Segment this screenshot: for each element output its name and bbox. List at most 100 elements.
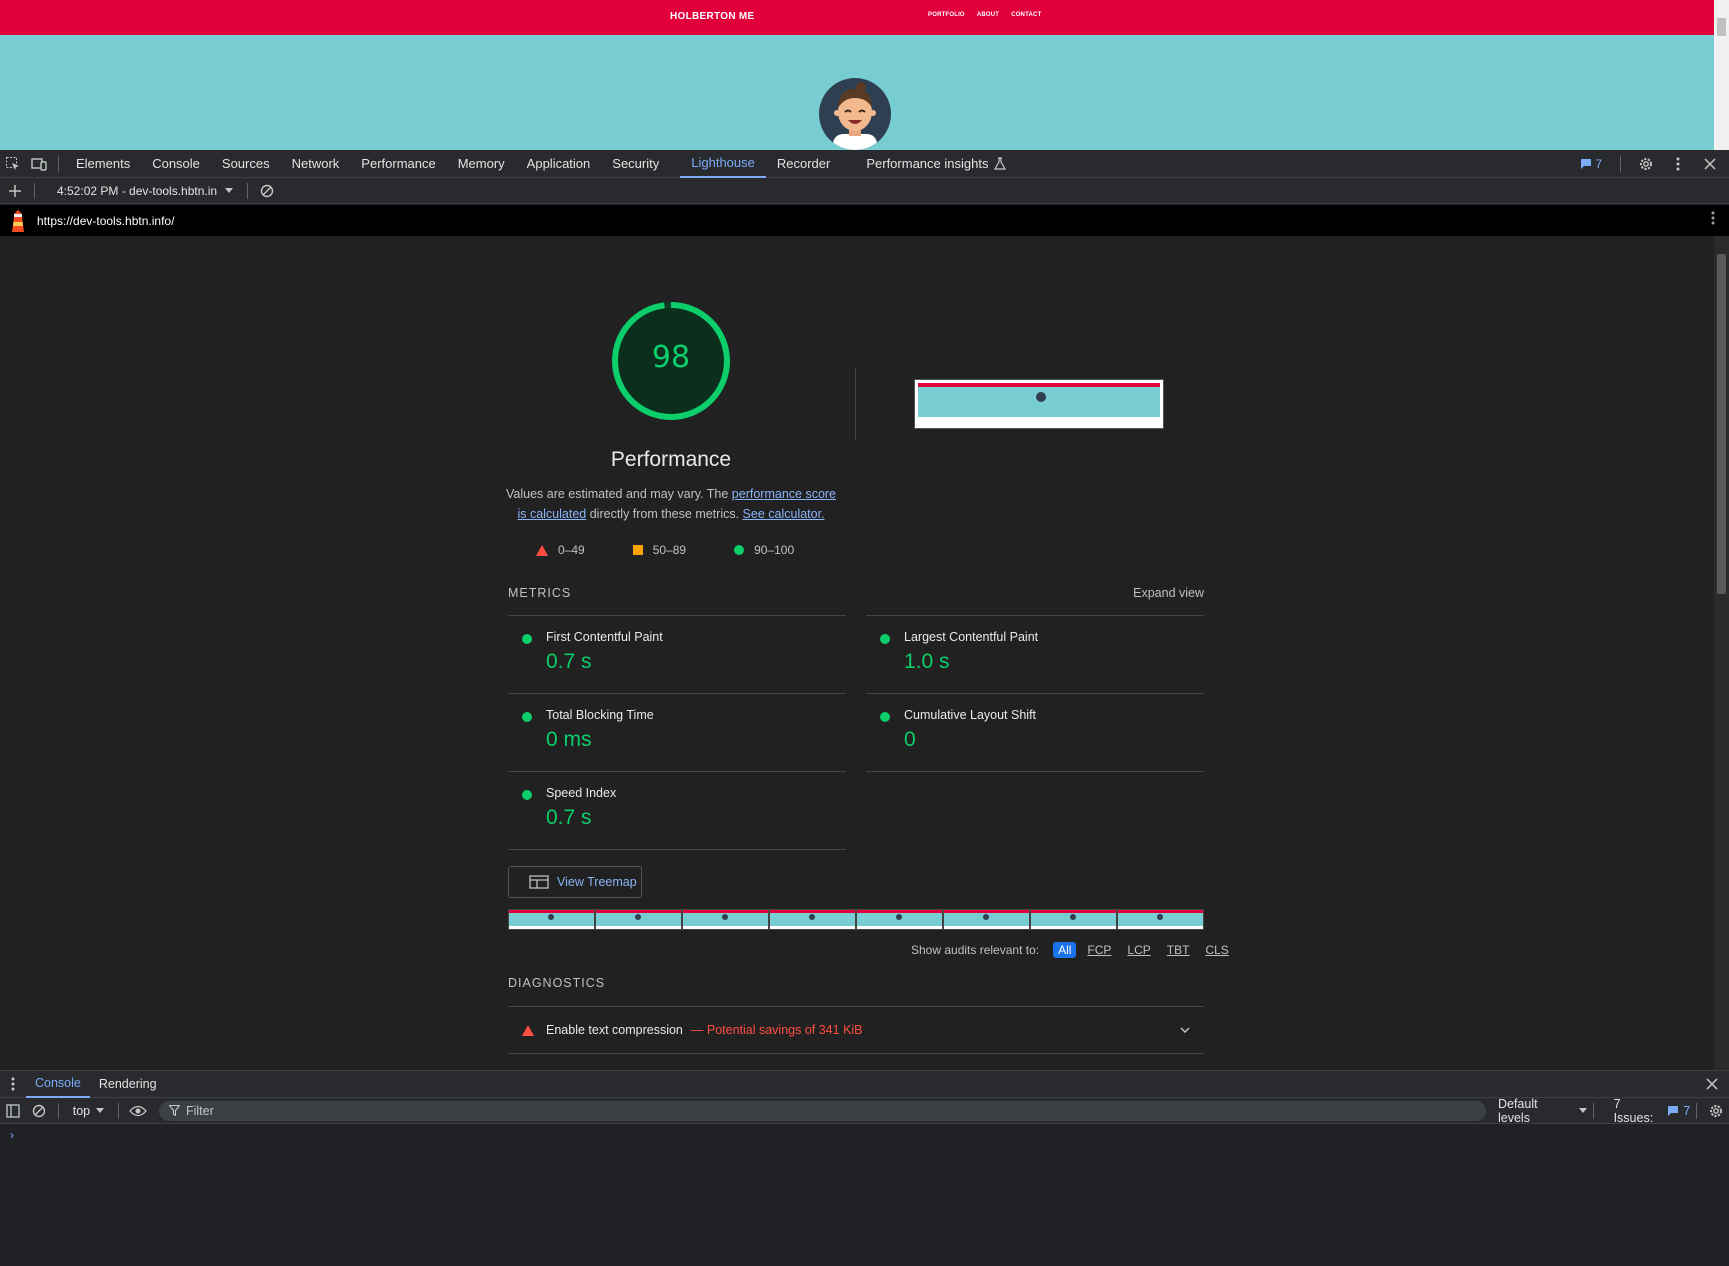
console-settings-gear-icon[interactable] bbox=[1703, 1098, 1729, 1124]
metric-name: Cumulative Layout Shift bbox=[904, 708, 1037, 722]
filter-cls[interactable]: CLS bbox=[1200, 942, 1233, 958]
filter-all[interactable]: All bbox=[1053, 942, 1077, 958]
filmstrip-frame bbox=[1030, 909, 1117, 930]
filmstrip-frame bbox=[682, 909, 769, 930]
expand-view-toggle[interactable]: Expand view bbox=[1133, 586, 1204, 600]
clear-icon[interactable] bbox=[254, 178, 280, 204]
caret-down-icon bbox=[1578, 1107, 1587, 1113]
site-brand[interactable]: HOLBERTON ME bbox=[670, 11, 755, 22]
tab-performance-insights-label: Performance insights bbox=[866, 156, 989, 171]
tab-lighthouse[interactable]: Lighthouse bbox=[680, 150, 766, 178]
console-filter-input[interactable]: Filter bbox=[158, 1100, 1486, 1121]
filter-lcp[interactable]: LCP bbox=[1122, 942, 1155, 958]
legend-average-label: 50–89 bbox=[652, 543, 687, 557]
more-vertical-icon[interactable] bbox=[1665, 151, 1691, 177]
drawer-tab-rendering[interactable]: Rendering bbox=[90, 1071, 166, 1098]
filmstrip bbox=[508, 909, 1204, 930]
context-label: top bbox=[72, 1103, 91, 1118]
filter-tbt[interactable]: TBT bbox=[1162, 942, 1195, 958]
inspect-element-icon[interactable] bbox=[0, 151, 26, 177]
tab-network[interactable]: Network bbox=[281, 150, 351, 178]
category-title: Performance bbox=[610, 448, 732, 471]
eye-icon[interactable] bbox=[125, 1098, 151, 1124]
tab-sources[interactable]: Sources bbox=[211, 150, 281, 178]
report-select[interactable]: 4:52:02 PM - dev-tools.hbtn.in bbox=[41, 184, 241, 198]
report-url[interactable]: https://dev-tools.hbtn.info/ bbox=[37, 214, 174, 228]
sidebar-toggle-icon[interactable] bbox=[0, 1098, 26, 1124]
pass-dot-icon bbox=[522, 790, 532, 800]
report-menu-icon[interactable] bbox=[1711, 211, 1715, 230]
pass-dot-icon bbox=[522, 712, 532, 722]
nav-link-contact[interactable]: CONTACT bbox=[1011, 12, 1041, 18]
metric-si: Speed Index 0.7 s bbox=[508, 771, 846, 849]
message-icon bbox=[1668, 1105, 1679, 1116]
legend-fail-label: 0–49 bbox=[558, 543, 585, 557]
console-issues-label: 7 Issues: bbox=[1613, 1096, 1654, 1125]
filter-icon bbox=[168, 1105, 180, 1116]
metric-value: 0 ms bbox=[546, 728, 592, 751]
filmstrip-frame bbox=[856, 909, 943, 930]
issues-count: 7 bbox=[1595, 156, 1602, 171]
metric-name: Total Blocking Time bbox=[546, 708, 654, 722]
plus-icon[interactable] bbox=[2, 178, 28, 204]
log-levels-select[interactable]: Default levels bbox=[1498, 1097, 1587, 1125]
caret-down-icon bbox=[225, 187, 234, 193]
nav-link-portfolio[interactable]: PORTFOLIO bbox=[928, 12, 965, 18]
close-icon[interactable] bbox=[1697, 151, 1723, 177]
console-toolbar: top Filter Default levels 7 Issues: 7 bbox=[0, 1097, 1729, 1125]
metric-tbt: Total Blocking Time 0 ms bbox=[508, 693, 846, 771]
console-issues-count: 7 bbox=[1683, 1103, 1691, 1118]
drawer-menu-icon[interactable] bbox=[0, 1071, 26, 1097]
gear-icon[interactable] bbox=[1633, 151, 1659, 177]
drawer-tab-console[interactable]: Console bbox=[26, 1071, 90, 1098]
nav-link-about[interactable]: ABOUT bbox=[977, 12, 999, 18]
tab-security[interactable]: Security bbox=[601, 150, 670, 178]
tab-memory[interactable]: Memory bbox=[447, 150, 516, 178]
console-issues-button[interactable]: 7 Issues: 7 bbox=[1614, 1097, 1691, 1125]
category-description: Values are estimated and may vary. The p… bbox=[505, 484, 837, 524]
tab-console[interactable]: Console bbox=[141, 150, 211, 178]
tab-application[interactable]: Application bbox=[516, 150, 602, 178]
flask-icon bbox=[994, 156, 1007, 170]
metric-name: First Contentful Paint bbox=[546, 630, 663, 644]
audit-savings: — Potential savings of 341 KiB bbox=[690, 1023, 863, 1037]
issues-badge[interactable]: 7 bbox=[1574, 157, 1608, 171]
devtools-tabbar: Elements Console Sources Network Perform… bbox=[0, 150, 1729, 178]
metric-name: Speed Index bbox=[546, 786, 617, 800]
console-output[interactable]: › bbox=[0, 1124, 1729, 1266]
pass-dot-icon bbox=[880, 712, 890, 722]
triangle-icon bbox=[536, 544, 548, 556]
view-treemap-label: View Treemap bbox=[557, 875, 637, 889]
console-prompt-icon: › bbox=[10, 1128, 14, 1142]
audit-text-compression[interactable]: Enable text compression — Potential savi… bbox=[508, 1006, 1204, 1054]
tab-performance[interactable]: Performance bbox=[350, 150, 446, 178]
view-treemap-button[interactable]: View Treemap bbox=[508, 866, 642, 898]
legend-pass-label: 90–100 bbox=[754, 543, 795, 557]
filmstrip-frame bbox=[508, 909, 595, 930]
see-calculator-link[interactable]: See calculator. bbox=[743, 507, 825, 521]
metrics-label: METRICS bbox=[508, 586, 572, 600]
tab-elements[interactable]: Elements bbox=[65, 150, 141, 178]
message-icon bbox=[1581, 158, 1592, 169]
page-scrollbar[interactable] bbox=[1714, 0, 1729, 150]
metric-value: 1.0 s bbox=[904, 650, 950, 673]
circle-icon bbox=[734, 545, 745, 555]
drawer-tabbar: Console Rendering bbox=[0, 1070, 1729, 1098]
metric-cls: Cumulative Layout Shift 0 bbox=[866, 693, 1204, 771]
filter-fcp[interactable]: FCP bbox=[1082, 942, 1116, 958]
chevron-down-icon[interactable] bbox=[1180, 1027, 1190, 1033]
device-toolbar-icon[interactable] bbox=[26, 151, 52, 177]
close-drawer-icon[interactable] bbox=[1699, 1071, 1725, 1097]
report-scrollbar[interactable] bbox=[1714, 236, 1729, 1070]
treemap-icon bbox=[529, 875, 549, 889]
legend-average: 50–89 bbox=[632, 543, 687, 557]
metric-value: 0.7 s bbox=[546, 806, 592, 829]
final-screenshot[interactable] bbox=[914, 379, 1164, 429]
clear-console-icon[interactable] bbox=[26, 1098, 52, 1124]
tab-recorder[interactable]: Recorder bbox=[766, 150, 841, 178]
caret-down-icon bbox=[96, 1107, 105, 1113]
tab-performance-insights[interactable]: Performance insights bbox=[855, 150, 1018, 178]
lighthouse-toolbar: 4:52:02 PM - dev-tools.hbtn.in bbox=[0, 178, 1729, 204]
context-select[interactable]: top bbox=[65, 1104, 112, 1118]
pass-dot-icon bbox=[522, 634, 532, 644]
